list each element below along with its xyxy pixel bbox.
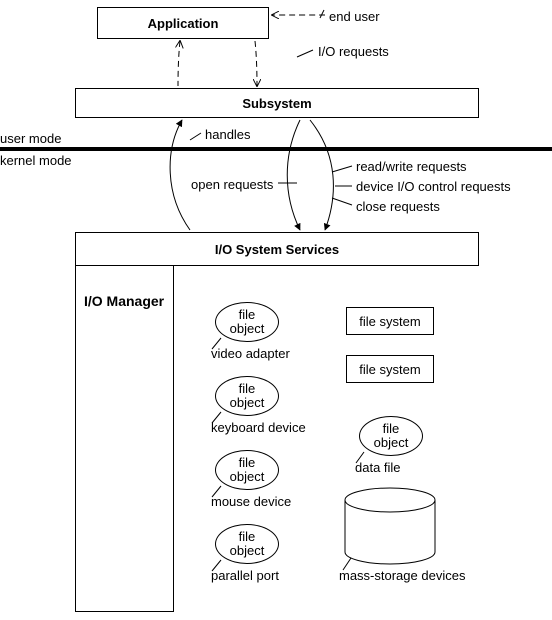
io-services-label: I/O System Services (215, 242, 339, 257)
keyboard-label: keyboard device (211, 420, 306, 435)
open-requests-label: open requests (191, 177, 273, 192)
file-object-video: file object (215, 302, 279, 342)
handles-label: handles (205, 127, 251, 142)
file-object-parallel-text: file object (230, 530, 265, 559)
data-file-label: data file (355, 460, 401, 475)
file-system-box-2: file system (346, 355, 434, 383)
user-mode-label: user mode (0, 131, 61, 146)
io-manager-label: I/O Manager (84, 293, 164, 309)
mass-storage-label: mass-storage devices (339, 568, 465, 583)
io-requests-label: I/O requests (318, 44, 389, 59)
file-object-datafile-text: file object (374, 422, 409, 451)
file-system-box-1: file system (346, 307, 434, 335)
close-label: close requests (356, 199, 440, 214)
subsystem-box: Subsystem (75, 88, 479, 118)
io-manager-box (75, 266, 174, 612)
file-object-datafile: file object (359, 416, 423, 456)
parallel-label: parallel port (211, 568, 279, 583)
kernel-mode-label: kernel mode (0, 153, 72, 168)
file-object-mouse: file object (215, 450, 279, 490)
file-system-label-2: file system (359, 362, 420, 377)
subsystem-label: Subsystem (242, 96, 311, 111)
end-user-label: end user (329, 9, 380, 24)
video-adapter-label: video adapter (211, 346, 290, 361)
file-object-keyboard: file object (215, 376, 279, 416)
mouse-label: mouse device (211, 494, 291, 509)
read-write-label: read/write requests (356, 159, 467, 174)
io-services-box: I/O System Services (75, 232, 479, 266)
file-object-mouse-text: file object (230, 456, 265, 485)
diagram-canvas: Application Subsystem I/O System Service… (0, 0, 552, 620)
file-object-keyboard-text: file object (230, 382, 265, 411)
file-object-parallel: file object (215, 524, 279, 564)
device-io-label: device I/O control requests (356, 179, 511, 194)
file-system-label-1: file system (359, 314, 420, 329)
application-label: Application (148, 16, 219, 31)
mode-divider (0, 147, 552, 151)
application-box: Application (97, 7, 269, 39)
file-object-video-text: file object (230, 308, 265, 337)
